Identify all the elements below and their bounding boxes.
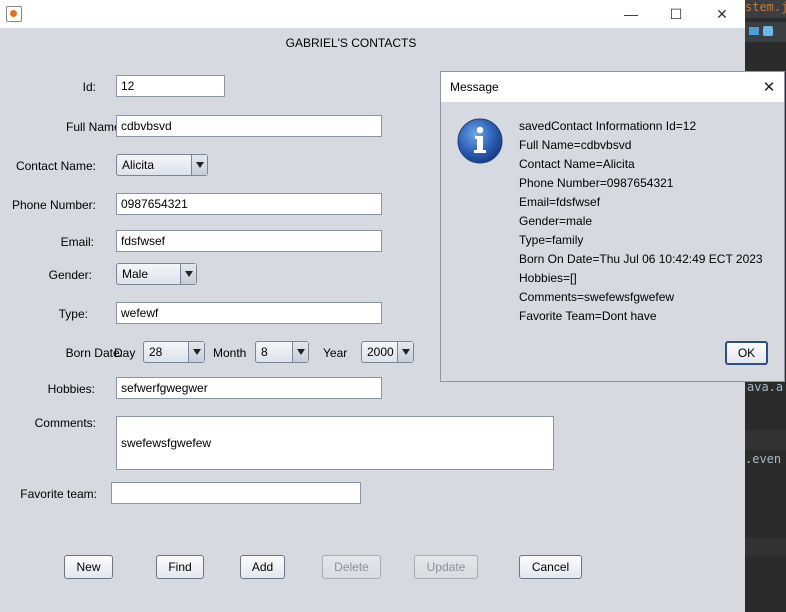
maximize-button[interactable]: ☐ (653, 0, 699, 28)
contactname-selected: Alicita (122, 158, 155, 172)
borndate-label: Born Date: (65, 346, 123, 360)
phone-label: Phone Number: (11, 198, 96, 212)
type-label: Type: (58, 307, 88, 321)
day-label: Day (114, 346, 136, 360)
editor-fragment: stem.jav (745, 0, 786, 14)
dialog-message-line: Gender=male (519, 214, 593, 228)
chevron-down-icon[interactable] (188, 342, 204, 362)
add-button[interactable]: Add (240, 555, 285, 579)
dialog-title-bar: Message ✕ (441, 72, 784, 102)
chevron-down-icon[interactable] (191, 155, 207, 175)
dialog-close-icon[interactable]: ✕ (754, 72, 784, 102)
find-button[interactable]: Find (156, 555, 204, 579)
contactname-label: Contact Name: (15, 159, 96, 173)
day-selected: 28 (149, 345, 163, 359)
editor-toolbar-icon (763, 26, 773, 36)
chevron-down-icon[interactable] (397, 342, 413, 362)
dialog-message-line: Phone Number=0987654321 (519, 176, 674, 190)
page-title: GABRIEL'S CONTACTS (285, 36, 417, 50)
dialog-message-line: Type=family (519, 233, 584, 247)
hobbies-label: Hobbies: (47, 382, 95, 396)
chevron-down-icon[interactable] (180, 264, 196, 284)
message-dialog: Message ✕ savedContact Informationn Id=1… (440, 71, 785, 382)
favteam-label: Favorite team: (20, 487, 97, 501)
ok-button[interactable]: OK (725, 341, 768, 365)
cancel-button[interactable]: Cancel (519, 555, 582, 579)
dialog-message-line: Contact Name=Alicita (519, 157, 635, 171)
fullname-label: Full Name: (65, 120, 124, 134)
gender-combo[interactable]: Male (116, 263, 197, 285)
day-combo[interactable]: 28 (143, 341, 205, 363)
contactname-combo[interactable]: Alicita (116, 154, 208, 176)
chevron-down-icon[interactable] (292, 342, 308, 362)
new-button[interactable]: New (64, 555, 113, 579)
dialog-message-line: Comments=swefewsfgwefew (519, 290, 675, 304)
minimize-button[interactable]: — (608, 0, 654, 28)
comments-label: Comments: (34, 416, 96, 430)
update-button[interactable]: Update (414, 555, 478, 579)
editor-fragment: .even (745, 452, 782, 466)
dialog-title: Message (450, 80, 499, 94)
dialog-message-line: Hobbies=[] (519, 271, 577, 285)
dialog-message-line: Favorite Team=Dont have (519, 309, 657, 323)
favteam-field[interactable] (111, 482, 361, 504)
editor-fragment: ava.a (747, 380, 784, 394)
close-button[interactable]: ✕ (699, 0, 745, 28)
type-field[interactable]: wefewf (116, 302, 382, 324)
email-label: Email: (60, 235, 94, 249)
year-selected: 2000 (367, 345, 394, 359)
info-icon (456, 117, 504, 165)
hobbies-field[interactable]: sefwerfgwegwer (116, 377, 382, 399)
dialog-message-line: Born On Date=Thu Jul 06 10:42:49 ECT 202… (519, 252, 763, 266)
email-field[interactable]: fdsfwsef (116, 230, 382, 252)
dialog-message-line: savedContact Informationn Id=12 (519, 119, 697, 133)
fullname-field[interactable]: cdbvbsvd (116, 115, 382, 137)
month-selected: 8 (261, 345, 268, 359)
month-label: Month (213, 346, 247, 360)
gender-label: Gender: (48, 268, 92, 282)
id-label: Id: (82, 80, 96, 94)
delete-button[interactable]: Delete (322, 555, 381, 579)
id-field[interactable]: 12 (116, 75, 225, 97)
java-app-icon (6, 6, 22, 22)
year-combo[interactable]: 2000 (361, 341, 414, 363)
month-combo[interactable]: 8 (255, 341, 309, 363)
year-label: Year (323, 346, 348, 360)
gender-selected: Male (122, 267, 149, 281)
dialog-message-line: Email=fdsfwsef (519, 195, 601, 209)
comments-textarea[interactable]: swefewsfgwefew (116, 416, 554, 470)
phone-field[interactable]: 0987654321 (116, 193, 382, 215)
editor-toolbar-icon (749, 27, 759, 35)
title-bar: — ☐ ✕ (0, 0, 745, 28)
dialog-message-line: Full Name=cdbvbsvd (519, 138, 632, 152)
